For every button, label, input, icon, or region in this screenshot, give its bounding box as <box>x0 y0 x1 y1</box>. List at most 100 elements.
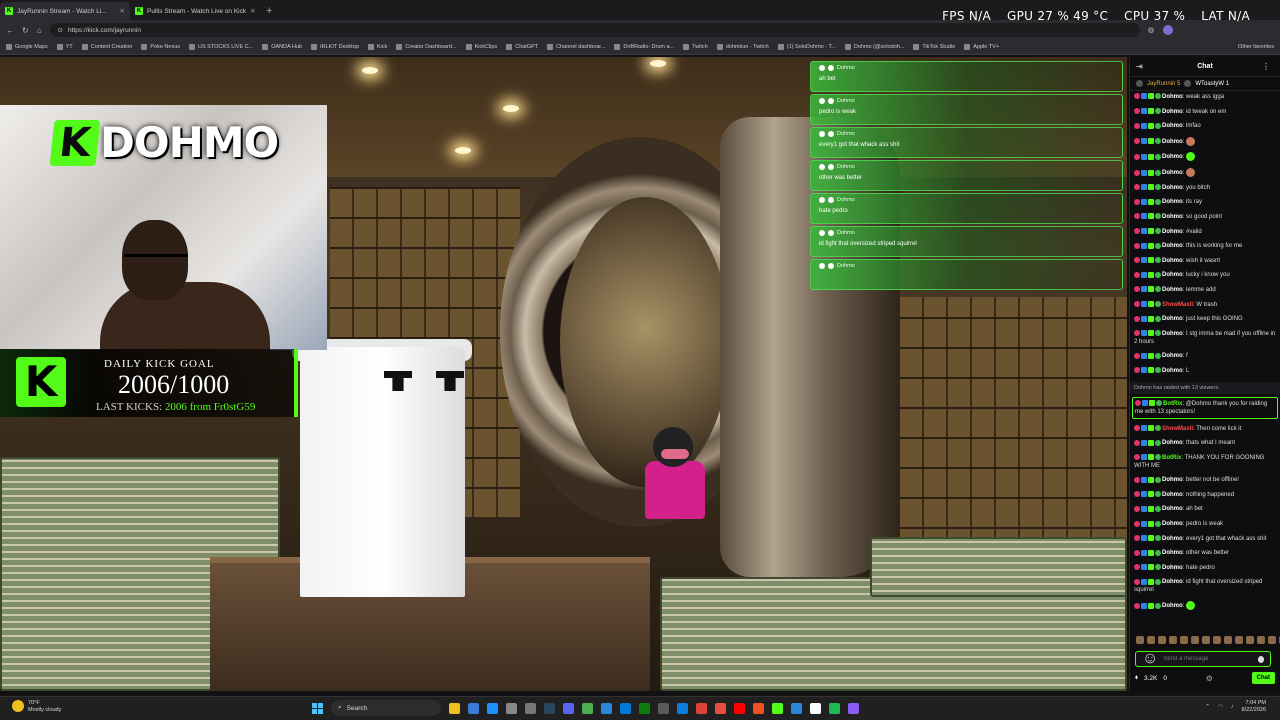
bookmark-item[interactable]: Apple TV+ <box>964 44 999 50</box>
settings-gear-icon[interactable]: ⚙ <box>1206 674 1213 683</box>
taskbar-search[interactable]: ⌕ Search <box>331 700 441 716</box>
chat-username[interactable]: BotRix <box>1163 401 1182 407</box>
chat-username[interactable]: BotRix <box>1162 455 1181 461</box>
taskbar-app-icon[interactable] <box>563 702 574 714</box>
taskbar-app-icon[interactable] <box>810 702 821 714</box>
chat-username[interactable]: Dohmo <box>1162 440 1183 446</box>
chat-username[interactable]: Dohmo <box>1162 579 1183 585</box>
bookmark-item[interactable]: Kick <box>367 44 387 50</box>
chat-username[interactable]: Dohmo <box>1162 316 1183 322</box>
chat-username[interactable]: ShowMaxli <box>1162 302 1193 308</box>
taskbar-app-icon[interactable] <box>525 702 536 714</box>
chat-username[interactable]: Dohmo <box>1162 139 1183 145</box>
emote-icon[interactable] <box>1180 636 1188 644</box>
bookmark-item[interactable]: dohmkun - Twitch <box>716 44 769 50</box>
chat-username[interactable]: Dohmo <box>1162 477 1183 483</box>
taskbar-app-icon[interactable] <box>696 702 707 714</box>
volume-icon[interactable]: ♪ <box>1231 704 1234 710</box>
bookmark-item[interactable]: US STOCKS LIVE C... <box>189 44 253 50</box>
bookmark-item[interactable]: Google Maps <box>6 44 48 50</box>
taskbar-app-icon[interactable] <box>658 702 669 714</box>
chat-username[interactable]: Dohmo <box>1162 272 1183 278</box>
bookmark-item[interactable]: Channel dashboar... <box>547 44 605 50</box>
extensions-icon[interactable]: ⚙ <box>1148 26 1155 35</box>
bookmark-item[interactable]: ChatGPT <box>506 44 538 50</box>
taskbar-app-icon[interactable] <box>829 702 840 714</box>
new-tab-button[interactable]: + <box>260 2 278 20</box>
taskbar-app-icon[interactable] <box>715 702 726 714</box>
emote-icon[interactable] <box>1213 636 1221 644</box>
profile-avatar-icon[interactable] <box>1162 25 1173 35</box>
bookmark-item[interactable]: Content Creation <box>81 44 132 50</box>
chat-username[interactable]: Dohmo <box>1162 331 1183 337</box>
chat-username[interactable]: Dohmo <box>1162 368 1183 374</box>
chat-input[interactable] <box>1163 656 1253 662</box>
taskbar-app-icon[interactable] <box>791 702 802 714</box>
chat-username[interactable]: Dohmo <box>1162 185 1183 191</box>
emote-icon[interactable] <box>1147 636 1155 644</box>
emote-icon[interactable] <box>1246 636 1254 644</box>
bookmark-item[interactable]: Poke Nexus <box>141 44 180 50</box>
emote-icon[interactable] <box>1158 636 1166 644</box>
home-icon[interactable]: ⌂ <box>37 26 42 35</box>
chat-username[interactable]: Dohmo <box>1162 492 1183 498</box>
close-tab-icon[interactable]: ✕ <box>250 7 255 15</box>
bookmark-item[interactable]: (1) SoloDohmo - T... <box>777 44 836 50</box>
reload-icon[interactable]: ↻ <box>22 26 29 35</box>
url-field[interactable]: ⊙ https://kick.com/jayrunnin <box>49 23 1140 37</box>
chat-username[interactable]: Dohmo <box>1162 199 1183 205</box>
site-info-icon[interactable]: ⊙ <box>58 26 63 34</box>
collapse-chat-icon[interactable]: ⇥ <box>1136 62 1143 71</box>
chat-username[interactable]: Dohmo <box>1162 123 1183 129</box>
leader-entry[interactable]: WToastyW 1 <box>1195 81 1229 87</box>
emote-icon[interactable] <box>1202 636 1210 644</box>
tab-pullis[interactable]: K Pullis Stream - Watch Live on Kick ✕ <box>130 2 260 20</box>
emote-icon[interactable] <box>1191 636 1199 644</box>
emote-icon[interactable] <box>1268 636 1276 644</box>
weather-widget[interactable]: 70°F Mostly cloudy <box>12 700 61 714</box>
taskbar-app-icon[interactable] <box>468 702 479 714</box>
chat-username[interactable]: Dohmo <box>1162 565 1183 571</box>
chat-username[interactable]: Dohmo <box>1162 155 1183 161</box>
bookmark-item[interactable]: IRLKIT Desktop <box>311 44 359 50</box>
taskbar-app-icon[interactable] <box>601 702 612 714</box>
tab-jayrunnin[interactable]: K JayRunnin Stream - Watch Li... ✕ <box>0 2 130 20</box>
chat-username[interactable]: Dohmo <box>1162 109 1183 115</box>
taskbar-app-icon[interactable] <box>506 702 517 714</box>
emote-icon[interactable] <box>1136 636 1144 644</box>
other-favorites[interactable]: Other favorites <box>1238 44 1274 50</box>
emote-icon[interactable] <box>1224 636 1232 644</box>
chat-input-box[interactable]: ☺ <box>1135 650 1271 668</box>
bookmark-item[interactable]: YT <box>56 44 73 50</box>
taskbar-app-icon[interactable] <box>620 702 631 714</box>
emote-picker-icon[interactable]: ☺ <box>1142 650 1158 668</box>
back-icon[interactable]: ← <box>6 26 14 35</box>
taskbar-app-icon[interactable] <box>677 702 688 714</box>
more-options-icon[interactable]: ⋮ <box>1262 62 1270 71</box>
taskbar-app-icon[interactable] <box>544 702 555 714</box>
chat-username[interactable]: Dohmo <box>1162 258 1183 264</box>
taskbar-app-icon[interactable] <box>753 702 764 714</box>
taskbar-app-icon[interactable] <box>487 702 498 714</box>
bookmark-item[interactable]: DnBRadio: Drum a... <box>614 44 674 50</box>
send-chat-button[interactable]: Chat <box>1251 672 1275 684</box>
emote-icon[interactable] <box>1257 636 1265 644</box>
chat-username[interactable]: Dohmo <box>1162 214 1183 220</box>
taskbar-app-icon[interactable] <box>848 702 859 714</box>
chat-username[interactable]: Dohmo <box>1162 536 1183 542</box>
taskbar-app-icon[interactable] <box>449 702 460 714</box>
chat-username[interactable]: Dohmo <box>1162 353 1183 359</box>
chat-username[interactable]: Dohmo <box>1162 287 1183 293</box>
bookmark-item[interactable]: Dohmo (@solodoh... <box>844 44 904 50</box>
bookmark-item[interactable]: OANDA Hub <box>262 44 302 50</box>
bookmark-item[interactable]: KickClips <box>465 44 497 50</box>
points-icon[interactable]: ⬧ <box>1135 674 1138 682</box>
taskbar-app-icon[interactable] <box>734 702 745 714</box>
leader-entry[interactable]: JayRunnin 5 <box>1147 81 1180 87</box>
chat-username[interactable]: Dohmo <box>1162 229 1183 235</box>
bookmark-item[interactable]: Twitch <box>683 44 708 50</box>
taskbar-app-icon[interactable] <box>772 702 783 714</box>
windows-start-icon[interactable] <box>312 702 323 714</box>
emote-icon[interactable] <box>1235 636 1243 644</box>
wifi-icon[interactable]: ◠ <box>1218 704 1223 710</box>
